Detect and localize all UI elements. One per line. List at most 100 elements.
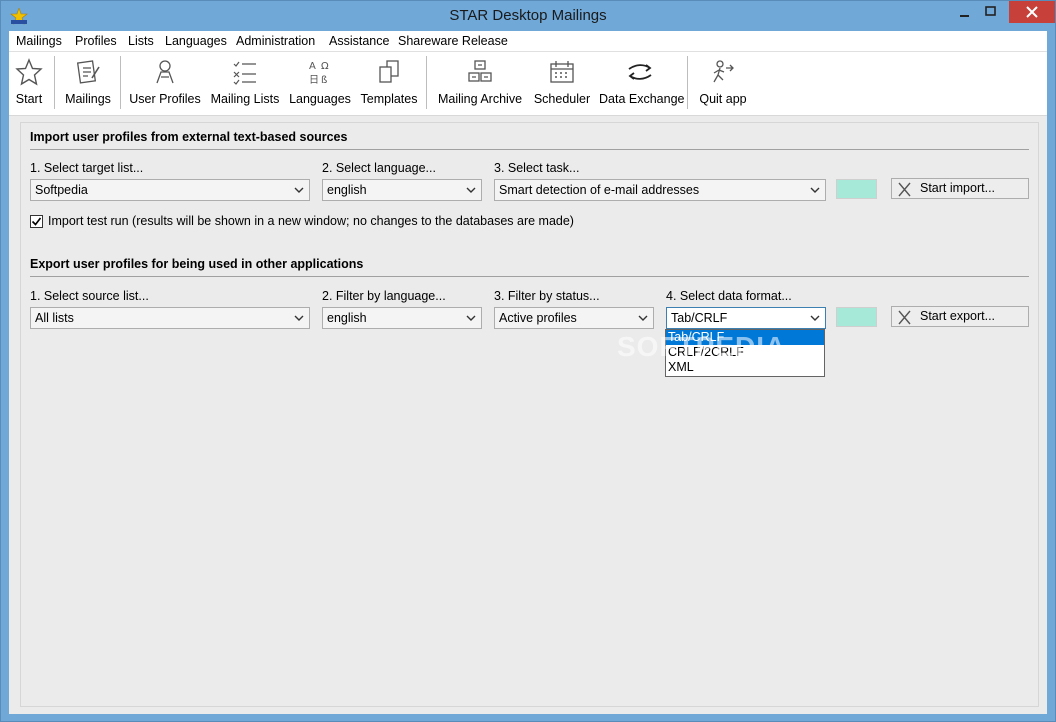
svg-text:A: A	[309, 61, 316, 72]
chevron-down-icon	[810, 315, 820, 321]
toolbar-start-button[interactable]: Start	[11, 54, 47, 112]
export-language-value: english	[327, 311, 367, 325]
languages-icon: A Ω 日 ß	[309, 61, 329, 86]
toolbar-start-label: Start	[15, 92, 43, 106]
window-title: STAR Desktop Mailings	[449, 7, 607, 24]
import-language-select[interactable]: english	[322, 179, 482, 201]
import-task-label: 3. Select task...	[494, 161, 580, 175]
export-format-select[interactable]: Tab/CRLF	[666, 307, 826, 329]
import-divider	[30, 149, 1029, 150]
export-source-list-select[interactable]: All lists	[30, 307, 310, 329]
menu-assistance[interactable]: Assistance	[329, 34, 389, 48]
import-task-select[interactable]: Smart detection of e-mail addresses	[494, 179, 826, 201]
export-source-label: 1. Select source list...	[30, 289, 149, 303]
svg-text:Ω: Ω	[321, 61, 329, 72]
menu-shareware-release[interactable]: Shareware Release	[398, 34, 508, 48]
templates-icon	[379, 60, 399, 83]
import-section-title: Import user profiles from external text-…	[30, 130, 348, 144]
export-section-title: Export user profiles for being used in o…	[30, 257, 364, 271]
data-exchange-panel: Import user profiles from external text-…	[20, 122, 1039, 707]
start-export-button[interactable]: Start export...	[891, 306, 1029, 327]
cross-icon	[898, 310, 911, 325]
import-target-list-select[interactable]: Softpedia	[30, 179, 310, 201]
export-status-select[interactable]: Active profiles	[494, 307, 654, 329]
import-target-label: 1. Select target list...	[30, 161, 144, 175]
menu-administration[interactable]: Administration	[236, 34, 315, 48]
chevron-down-icon	[466, 187, 476, 193]
import-test-run-label: Import test run (results will be shown i…	[48, 214, 574, 228]
export-language-label: 2. Filter by language...	[322, 289, 446, 303]
export-language-select[interactable]: english	[322, 307, 482, 329]
toolbar-user-profiles-label: User Profiles	[129, 92, 201, 106]
toolbar-languages-button[interactable]: A Ω 日 ß Languages	[289, 54, 351, 112]
close-icon	[1026, 6, 1038, 18]
toolbar-separator	[687, 56, 688, 109]
export-format-label: 4. Select data format...	[666, 289, 792, 303]
import-test-run-checkbox[interactable]	[30, 215, 43, 228]
export-status-value: Active profiles	[499, 311, 577, 325]
menu-bar: Mailings Profiles Lists Languages Admini…	[9, 31, 1047, 52]
minimize-icon	[960, 15, 969, 17]
toolbar-templates-button[interactable]: Templates	[359, 54, 419, 112]
svg-text:ß: ß	[321, 75, 327, 86]
toolbar-user-profiles-button[interactable]: User Profiles	[129, 54, 201, 112]
toolbar-quit-label: Quit app	[699, 92, 747, 106]
toolbar-mailing-lists-button[interactable]: Mailing Lists	[209, 54, 281, 112]
menu-profiles[interactable]: Profiles	[75, 34, 117, 48]
toolbar-scheduler-button[interactable]: Scheduler	[532, 54, 592, 112]
format-option-xml[interactable]: XML	[666, 360, 824, 375]
toolbar-mailing-archive-label: Mailing Archive	[437, 92, 523, 106]
mailings-icon	[76, 60, 100, 84]
menu-lists[interactable]: Lists	[128, 34, 154, 48]
menu-mailings[interactable]: Mailings	[16, 34, 62, 48]
toolbar-scheduler-label: Scheduler	[533, 92, 591, 106]
close-button[interactable]	[1009, 1, 1055, 23]
toolbar-data-exchange-button[interactable]: Data Exchange	[599, 54, 685, 112]
start-export-label: Start export...	[920, 309, 996, 323]
export-divider	[30, 276, 1029, 277]
menu-languages[interactable]: Languages	[165, 34, 227, 48]
toolbar-separator	[120, 56, 121, 109]
checkmark-icon	[31, 217, 42, 226]
toolbar-templates-label: Templates	[360, 92, 418, 106]
import-task-value: Smart detection of e-mail addresses	[499, 183, 700, 197]
cross-icon	[898, 182, 911, 197]
client-area: Mailings Profiles Lists Languages Admini…	[9, 31, 1047, 714]
format-option-crlf-2crlf[interactable]: CRLF/2CRLF	[666, 345, 824, 360]
toolbar-mailing-archive-button[interactable]: Mailing Archive	[436, 54, 524, 112]
toolbar-separator	[54, 56, 55, 109]
import-status-indicator	[836, 179, 877, 199]
chevron-down-icon	[638, 315, 648, 321]
maximize-icon	[985, 6, 996, 16]
import-language-value: english	[327, 183, 367, 197]
toolbar-quit-button[interactable]: Quit app	[695, 54, 751, 112]
maximize-button[interactable]	[977, 1, 1004, 23]
export-source-value: All lists	[35, 311, 74, 325]
chevron-down-icon	[466, 315, 476, 321]
app-window: STAR Desktop Mailings Mailings Profiles …	[0, 0, 1056, 722]
chevron-down-icon	[294, 315, 304, 321]
export-status-indicator	[836, 307, 877, 327]
svg-text:日: 日	[309, 75, 319, 86]
toolbar-mailings-button[interactable]: Mailings	[61, 54, 115, 112]
import-target-value: Softpedia	[35, 183, 88, 197]
toolbar-separator	[426, 56, 427, 109]
quit-exit-icon	[713, 60, 734, 83]
format-option-tab-crlf[interactable]: Tab/CRLF	[666, 330, 824, 345]
toolbar-mailings-label: Mailings	[65, 92, 111, 106]
minimize-button[interactable]	[951, 1, 977, 23]
start-import-label: Start import...	[920, 181, 996, 195]
chevron-down-icon	[294, 187, 304, 193]
archive-icon	[468, 60, 492, 82]
start-import-button[interactable]: Start import...	[891, 178, 1029, 199]
calendar-icon	[550, 61, 574, 83]
toolbar-languages-label: Languages	[289, 92, 351, 106]
export-status-label: 3. Filter by status...	[494, 289, 600, 303]
toolbar: Start Mailings User Profiles Mailing Lis…	[9, 52, 1047, 116]
user-profiles-icon	[156, 60, 174, 84]
export-format-value: Tab/CRLF	[671, 311, 728, 325]
toolbar-data-exchange-label: Data Exchange	[599, 92, 685, 106]
exchange-arrows-icon	[628, 64, 652, 80]
title-bar[interactable]: STAR Desktop Mailings	[1, 1, 1055, 31]
mailing-lists-icon	[233, 61, 256, 85]
